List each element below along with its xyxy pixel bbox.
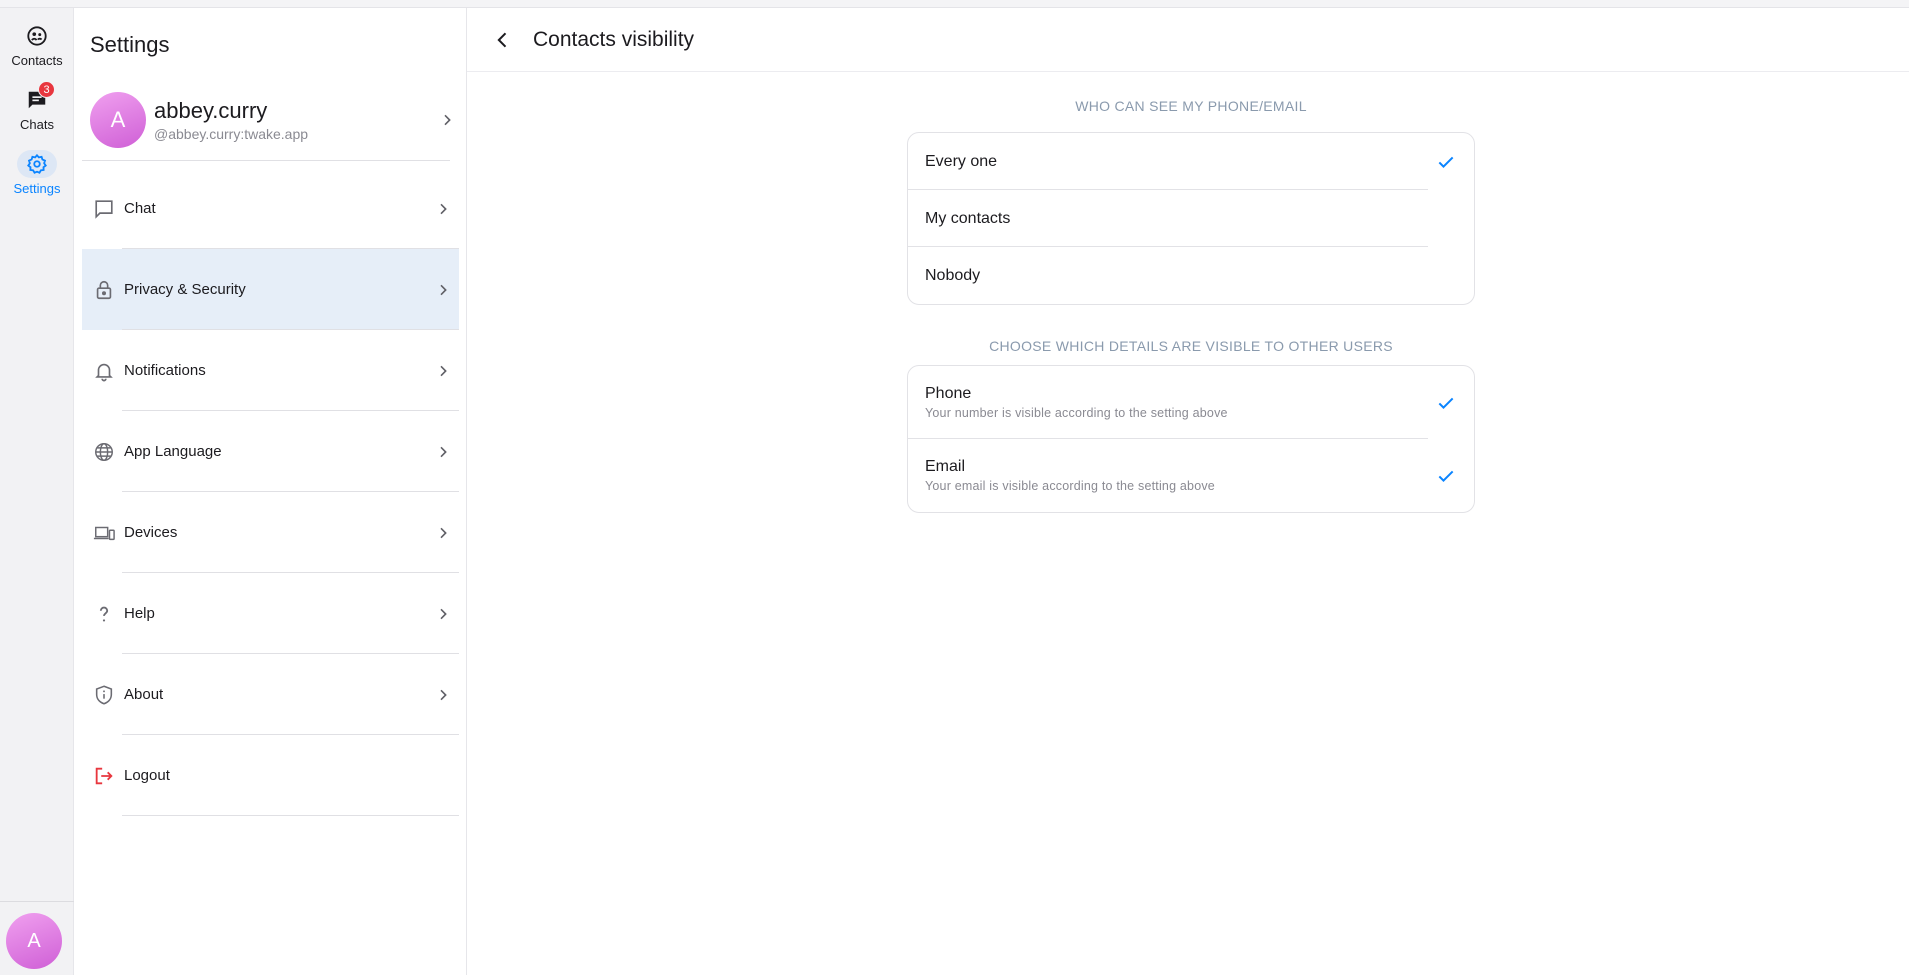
menu-item-label: About <box>124 686 164 703</box>
profile-name: abbey.curry <box>154 98 268 123</box>
gear-icon <box>17 150 57 178</box>
menu-item-devices[interactable]: Devices <box>82 492 459 573</box>
rail-item-label: Settings <box>13 181 61 196</box>
contacts-icon <box>17 22 57 50</box>
rail-item-chats[interactable]: 3 Chats <box>0 81 74 146</box>
detail-title: Email <box>925 458 966 475</box>
menu-item-logout[interactable]: Logout <box>82 735 459 816</box>
logout-icon <box>92 764 116 788</box>
who-section-label: WHO CAN SEE MY PHONE/EMAIL <box>1075 98 1307 114</box>
chat-bubble-icon: 3 <box>17 81 57 114</box>
menu-item-label: Devices <box>124 524 178 541</box>
settings-panel: Settings A abbey.curry @abbey.curry:twak… <box>74 8 467 975</box>
menu-item-label: Help <box>124 605 155 622</box>
chevron-right-icon <box>431 278 455 302</box>
contacts-visibility-page: Contacts visibility WHO CAN SEE MY PHONE… <box>467 8 1909 975</box>
check-icon <box>1434 464 1458 488</box>
chat-icon <box>92 197 116 221</box>
detail-title: Phone <box>925 385 972 402</box>
chevron-right-icon <box>431 521 455 545</box>
divider <box>82 160 450 161</box>
page-header: Contacts visibility <box>467 8 1909 72</box>
chevron-right-icon <box>431 359 455 383</box>
settings-menu: Chat Privacy & Security Notifications Ap… <box>82 168 459 816</box>
option-every-one[interactable]: Every one <box>908 133 1474 190</box>
rail-item-label: Chats <box>20 117 54 132</box>
menu-item-help[interactable]: Help <box>82 573 459 654</box>
menu-item-label: App Language <box>124 443 222 460</box>
back-button[interactable] <box>487 24 519 56</box>
help-icon <box>92 602 116 626</box>
window-top-bar <box>0 0 1909 8</box>
details-section-label: CHOOSE WHICH DETAILS ARE VISIBLE TO OTHE… <box>989 338 1393 354</box>
rail-item-settings[interactable]: Settings <box>0 150 74 210</box>
page-title: Contacts visibility <box>533 27 695 51</box>
chevron-left-icon <box>497 32 507 47</box>
option-my-contacts[interactable]: My contacts <box>908 190 1474 247</box>
who-options-card: Every one My contacts Nobody <box>907 132 1475 305</box>
menu-item-notifications[interactable]: Notifications <box>82 330 459 411</box>
option-label: Nobody <box>925 266 981 284</box>
rail-item-contacts[interactable]: Contacts <box>0 22 74 82</box>
detail-subtitle: Your email is visible according to the s… <box>925 479 1215 493</box>
chevron-right-icon <box>431 197 455 221</box>
devices-icon <box>92 521 116 545</box>
menu-item-chat[interactable]: Chat <box>82 168 459 249</box>
navigation-rail: Contacts 3 Chats Settings A <box>0 8 74 975</box>
chevron-right-icon <box>431 683 455 707</box>
menu-item-about[interactable]: About <box>82 654 459 735</box>
detail-subtitle: Your number is visible according to the … <box>925 406 1228 420</box>
bell-icon <box>92 359 116 383</box>
unread-badge: 3 <box>38 81 55 98</box>
settings-title: Settings <box>90 32 170 57</box>
lock-icon <box>92 278 116 302</box>
profile-avatar: A <box>90 92 146 148</box>
rail-item-label: Contacts <box>11 53 63 68</box>
option-nobody[interactable]: Nobody <box>908 247 1474 304</box>
menu-item-label: Privacy & Security <box>124 281 246 298</box>
profile-id: @abbey.curry:twake.app <box>154 126 309 142</box>
check-icon <box>1434 391 1458 415</box>
option-label: My contacts <box>925 209 1011 227</box>
detail-phone[interactable]: Phone Your number is visible according t… <box>908 366 1474 439</box>
detail-email[interactable]: Email Your email is visible according to… <box>908 439 1474 512</box>
menu-item-privacy-security[interactable]: Privacy & Security <box>82 249 459 330</box>
menu-item-label: Notifications <box>124 362 206 379</box>
chevron-right-icon <box>431 440 455 464</box>
user-avatar[interactable]: A <box>6 913 62 969</box>
details-card: Phone Your number is visible according t… <box>907 365 1475 513</box>
check-icon <box>1434 150 1458 174</box>
rail-divider <box>0 901 74 902</box>
shield-info-icon <box>92 683 116 707</box>
globe-icon <box>92 440 116 464</box>
chevron-right-icon <box>435 108 459 132</box>
menu-item-label: Chat <box>124 200 156 217</box>
menu-item-label: Logout <box>124 767 170 784</box>
menu-item-app-language[interactable]: App Language <box>82 411 459 492</box>
profile-row[interactable]: A abbey.curry @abbey.curry:twake.app <box>82 84 459 156</box>
chevron-right-icon <box>431 602 455 626</box>
option-label: Every one <box>925 152 998 170</box>
